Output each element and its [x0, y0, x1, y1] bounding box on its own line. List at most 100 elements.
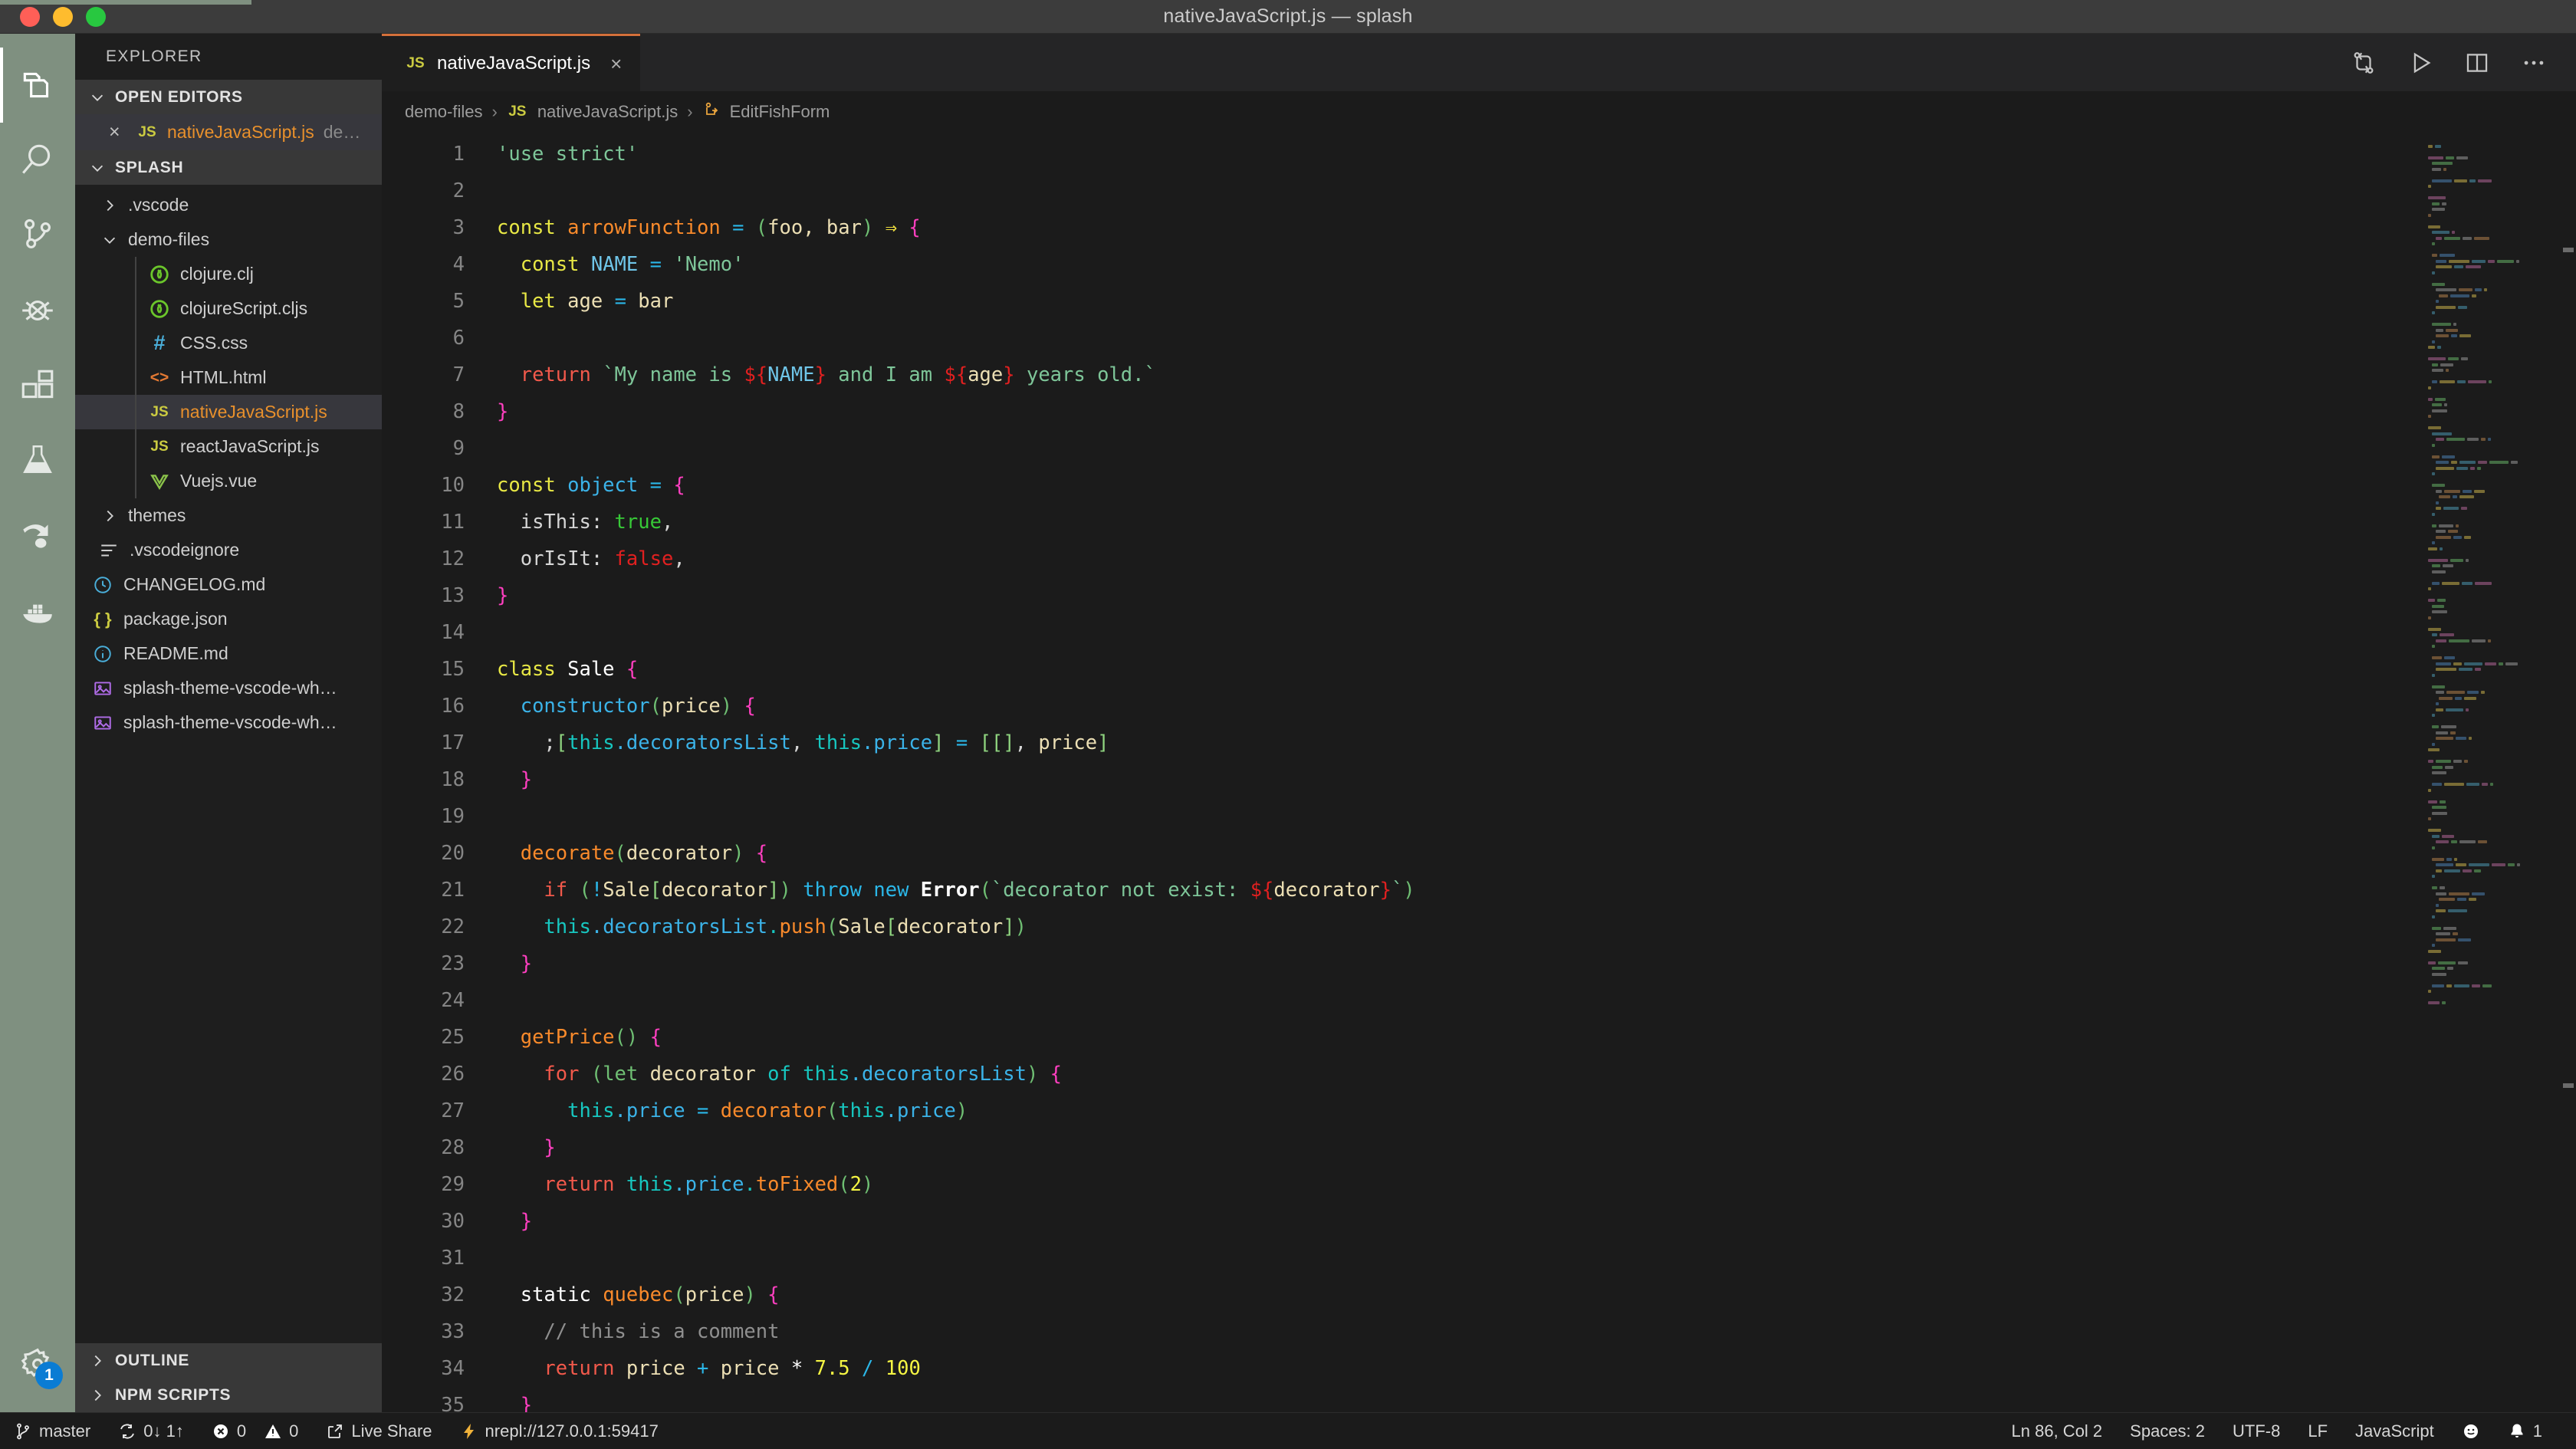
code-line: 7 return `My name is ${NAME} and I am ${…	[382, 356, 2411, 393]
code-lines[interactable]: 1 'use strict' 2 3 const arrowFunction = (…	[382, 133, 2411, 1412]
activity-bar-item-search[interactable]	[0, 123, 75, 198]
clojure-icon	[149, 264, 170, 285]
minimap-line	[2411, 304, 2576, 310]
vue-icon	[149, 471, 170, 492]
status-language-mode[interactable]: JavaScript	[2341, 1413, 2448, 1449]
tree-item-clojurescript-cljs[interactable]: clojureScript.cljs	[75, 291, 382, 326]
status-branch[interactable]: master	[0, 1413, 104, 1449]
tab-nativejavascript-js[interactable]: JS nativeJavaScript.js ×	[382, 34, 641, 91]
status-cursor-position[interactable]: Ln 86, Col 2	[1998, 1413, 2117, 1449]
open-editor-item[interactable]: × JS nativeJavaScript.js de…	[75, 114, 382, 150]
tree-item-label: nativeJavaScript.js	[180, 402, 327, 422]
code-line: 28 }	[382, 1129, 2411, 1166]
more-actions-icon[interactable]	[2521, 50, 2547, 76]
chevron-right-icon	[107, 199, 113, 211]
tree-item-themes[interactable]: themes	[75, 498, 382, 533]
code-line: 19	[382, 798, 2411, 835]
tree-item-vscode[interactable]: .vscode	[75, 188, 382, 222]
tree-item-reactjavascript-js[interactable]: JS reactJavaScript.js	[75, 429, 382, 464]
tree-item-splash-theme-1[interactable]: splash-theme-vscode-wh…	[75, 671, 382, 705]
line-number: 9	[452, 437, 465, 460]
tree-item-html[interactable]: <> HTML.html	[75, 360, 382, 395]
line-number: 12	[441, 547, 465, 570]
tree-item-nativejavascript-js[interactable]: JS nativeJavaScript.js	[75, 395, 382, 429]
line-number: 35	[441, 1394, 465, 1412]
split-editor-icon[interactable]	[2464, 50, 2490, 76]
line-number: 25	[441, 1026, 465, 1049]
line-content: let age = bar	[520, 290, 674, 313]
tree-item-demo-files[interactable]: demo-files	[75, 222, 382, 257]
activity-bar-item-source-control[interactable]	[0, 198, 75, 273]
minimap-line	[2411, 419, 2576, 426]
tree-item-changelog-md[interactable]: CHANGELOG.md	[75, 567, 382, 602]
minimap-line	[2411, 644, 2576, 650]
status-notifications[interactable]: 1	[2494, 1413, 2556, 1449]
status-error-count: 0	[236, 1421, 247, 1441]
status-encoding[interactable]: UTF-8	[2219, 1413, 2294, 1449]
activity-bar-item-explorer[interactable]	[0, 48, 75, 123]
status-eol-label: LF	[2308, 1421, 2328, 1441]
close-icon[interactable]: ×	[109, 123, 127, 142]
tree-item-splash-theme-2[interactable]: splash-theme-vscode-wh…	[75, 705, 382, 740]
maximize-window-button[interactable]	[86, 6, 106, 27]
html-icon: <>	[150, 368, 169, 386]
tree-item-clojure-clj[interactable]: clojure.clj	[75, 257, 382, 291]
tree-item-readme-md[interactable]: README.md	[75, 636, 382, 671]
activity-bar-item-testing[interactable]	[0, 423, 75, 498]
section-splash[interactable]: SPLASH	[75, 150, 382, 185]
minimap-line	[2411, 816, 2576, 823]
section-outline[interactable]: OUTLINE	[75, 1343, 382, 1378]
window-title: nativeJavaScript.js — splash	[1163, 5, 1413, 27]
status-live-share[interactable]: Live Share	[312, 1413, 445, 1449]
split-terminal-icon[interactable]	[2351, 50, 2377, 76]
status-problems[interactable]: 0 0	[198, 1413, 313, 1449]
minimap-line	[2411, 380, 2576, 386]
status-feedback[interactable]	[2448, 1413, 2494, 1449]
tree-item-vuejs-vue[interactable]: Vuejs.vue	[75, 464, 382, 498]
status-sync[interactable]: 0↓ 1↑	[104, 1413, 198, 1449]
minimize-window-button[interactable]	[53, 6, 73, 27]
run-icon[interactable]	[2407, 50, 2433, 76]
status-indentation[interactable]: Spaces: 2	[2116, 1413, 2219, 1449]
breadcrumb-item-symbol[interactable]: EditFishForm	[730, 102, 830, 122]
section-open-editors[interactable]: OPEN EDITORS	[75, 80, 382, 114]
minimap-line	[2411, 327, 2576, 334]
status-live-share-label: Live Share	[351, 1421, 432, 1441]
code-line: 1 'use strict'	[382, 136, 2411, 172]
source-control-icon	[25, 219, 51, 248]
close-icon[interactable]: ×	[610, 52, 622, 76]
minimap-line	[2411, 477, 2576, 483]
minimap-line	[2411, 955, 2576, 961]
line-content: }	[520, 1394, 533, 1412]
activity-bar-item-run-and-debug[interactable]	[0, 273, 75, 348]
code-line: 33 // this is a comment	[382, 1313, 2411, 1350]
tree-item-css[interactable]: # CSS.css	[75, 326, 382, 360]
line-number: 24	[441, 989, 465, 1012]
minimap-line	[2411, 258, 2576, 264]
breadcrumb-item-folder[interactable]: demo-files	[405, 102, 482, 122]
vscode-window: nativeJavaScript.js — splash 1 EXPLORER …	[0, 0, 2576, 1449]
line-content: }	[497, 584, 509, 607]
line-number: 27	[441, 1099, 465, 1122]
line-number: 16	[441, 695, 465, 718]
status-eol[interactable]: LF	[2294, 1413, 2341, 1449]
minimap-line	[2411, 184, 2576, 190]
editor-scrollbar[interactable]	[2561, 133, 2576, 1412]
minimap[interactable]	[2411, 133, 2576, 1412]
live-share-icon	[328, 1424, 343, 1438]
code-editor[interactable]: 1 'use strict' 2 3 const arrowFunction = (…	[382, 133, 2576, 1412]
status-notifications-count: 1	[2532, 1421, 2542, 1441]
tree-item-vscodeignore[interactable]: .vscodeignore	[75, 533, 382, 567]
activity-bar-item-extensions[interactable]	[0, 348, 75, 423]
editor-actions	[2321, 34, 2576, 91]
status-nrepl[interactable]: nrepl://127.0.0.1:59417	[446, 1413, 672, 1449]
activity-bar-item-docker[interactable]	[0, 573, 75, 649]
minimap-line	[2411, 932, 2576, 938]
minimap-line	[2411, 334, 2576, 340]
breadcrumb-item-file[interactable]: nativeJavaScript.js	[537, 102, 678, 122]
section-npm-scripts[interactable]: NPM SCRIPTS	[75, 1378, 382, 1412]
activity-bar-item-manage[interactable]: 1	[0, 1326, 75, 1401]
activity-bar-item-live-share[interactable]	[0, 498, 75, 573]
tree-item-package-json[interactable]: { } package.json	[75, 602, 382, 636]
close-window-button[interactable]	[20, 6, 40, 27]
